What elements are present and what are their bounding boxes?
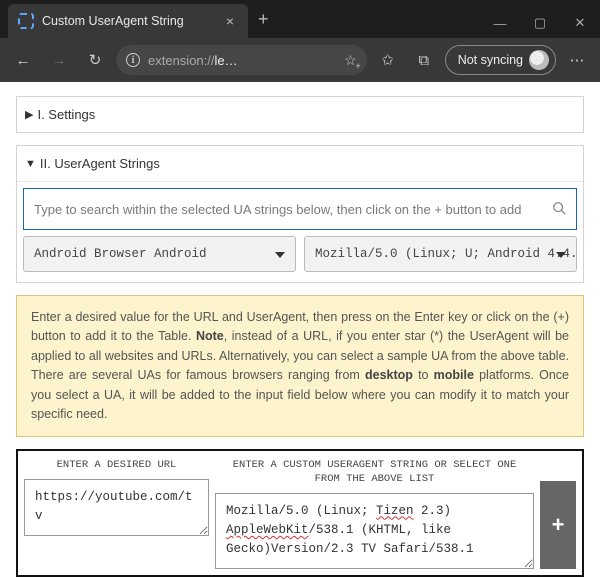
ua-column: Enter a custom UserAgent string or selec… (215, 457, 534, 568)
ua-string-select[interactable]: Mozilla/5.0 (Linux; U; Android 4.4.2; En (304, 236, 577, 272)
nav-reload-button[interactable]: ↻ (80, 45, 110, 75)
add-button[interactable]: + (540, 481, 576, 568)
sync-button[interactable]: Not syncing (445, 45, 556, 75)
ua-input[interactable]: Mozilla/5.0 (Linux; Tizen 2.3) AppleWebK… (215, 493, 534, 569)
new-tab-button[interactable]: + (258, 9, 269, 30)
nav-forward-button[interactable]: → (44, 45, 74, 75)
settings-panel-title: I. Settings (37, 107, 95, 122)
search-icon (552, 201, 566, 218)
url-text: extension://le… (148, 53, 238, 68)
collections-icon[interactable]: ⧉ (409, 45, 439, 75)
custom-ua-input-block: Enter a desired URL https://youtube.com/… (16, 449, 584, 576)
ua-search-input[interactable] (34, 202, 552, 217)
tab-close-button[interactable]: × (222, 13, 238, 29)
title-bar: Custom UserAgent String × + — ▢ ✕ (0, 0, 600, 38)
ua-strings-panel: ▼ II. UserAgent Strings Android Browser … (16, 145, 584, 283)
site-info-icon[interactable]: i (126, 53, 140, 67)
nav-back-button[interactable]: ← (8, 45, 38, 75)
window-controls: — ▢ ✕ (480, 8, 600, 38)
more-menu-button[interactable]: ⋯ (562, 45, 592, 75)
ua-panel-title: II. UserAgent Strings (40, 156, 160, 171)
url-column-header: Enter a desired URL (24, 457, 209, 479)
help-text: Enter a desired value for the URL and Us… (16, 295, 584, 437)
browser-toolbar: ← → ↻ i extension://le… ☆+ ✩ ⧉ Not synci… (0, 38, 600, 82)
browser-tab[interactable]: Custom UserAgent String × (8, 4, 248, 38)
window-close-button[interactable]: ✕ (560, 8, 600, 38)
favorite-star-icon[interactable]: ☆+ (344, 52, 357, 69)
address-bar[interactable]: i extension://le… ☆+ (116, 45, 367, 75)
profile-avatar-icon (529, 50, 549, 70)
window-minimize-button[interactable]: — (480, 8, 520, 38)
browser-select[interactable]: Android Browser Android (23, 236, 296, 272)
page-content: ▶ I. Settings ▼ II. UserAgent Strings An… (0, 82, 600, 577)
url-column: Enter a desired URL https://youtube.com/… (24, 457, 209, 568)
settings-panel-header[interactable]: ▶ I. Settings (17, 97, 583, 132)
extension-favicon-icon (18, 13, 34, 29)
expanded-triangle-icon: ▼ (25, 158, 36, 170)
window-maximize-button[interactable]: ▢ (520, 8, 560, 38)
sync-label: Not syncing (458, 53, 523, 67)
tab-title: Custom UserAgent String (42, 14, 214, 28)
collapsed-triangle-icon: ▶ (25, 108, 33, 121)
ua-search-box[interactable] (23, 188, 577, 230)
ua-panel-header[interactable]: ▼ II. UserAgent Strings (17, 146, 583, 182)
favorites-icon[interactable]: ✩ (373, 45, 403, 75)
ua-select-row: Android Browser Android Mozilla/5.0 (Lin… (17, 236, 583, 282)
ua-column-header: Enter a custom UserAgent string or selec… (215, 457, 534, 492)
url-input[interactable]: https://youtube.com/tv (24, 479, 209, 536)
settings-panel: ▶ I. Settings (16, 96, 584, 133)
